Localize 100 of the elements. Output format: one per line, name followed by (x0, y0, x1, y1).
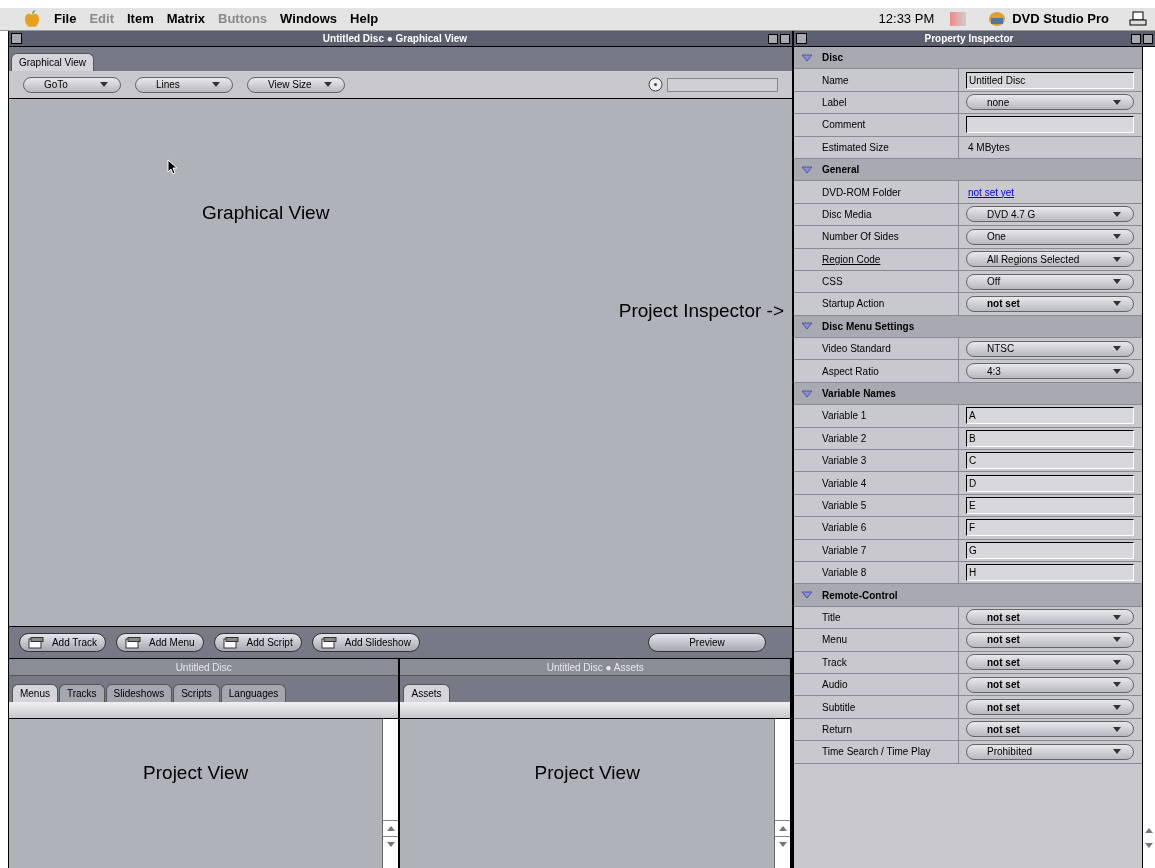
disc-icon[interactable] (648, 77, 663, 92)
caret-icon (211, 82, 220, 87)
tab[interactable]: Slideshows (105, 684, 173, 702)
property-label: Variable 1 (822, 409, 867, 424)
dropdown[interactable]: not set (966, 296, 1134, 312)
annotation-text: Project Inspector -> (618, 299, 784, 323)
input-field[interactable]: B (966, 429, 1134, 447)
input-field[interactable]: F (966, 519, 1134, 537)
tab[interactable]: Scripts (173, 684, 220, 702)
input-field[interactable]: C (966, 452, 1134, 470)
caret-icon (99, 82, 108, 87)
caret-icon (1113, 659, 1121, 665)
dropdown[interactable]: GoTo (22, 76, 121, 93)
printer-icon[interactable] (1129, 11, 1147, 27)
clock-text: 12:33 PM (878, 10, 935, 29)
disclosure-triangle-icon[interactable] (802, 389, 812, 398)
input-field[interactable]: Untitled Disc (966, 71, 1134, 89)
add-button[interactable]: Add Menu (116, 633, 204, 652)
caret-icon (1113, 368, 1121, 374)
dropdown[interactable]: not set (966, 721, 1134, 738)
close-box-icon[interactable] (10, 33, 22, 44)
dropdown[interactable]: NTSC (966, 340, 1134, 357)
close-box-icon[interactable] (796, 33, 807, 44)
add-button[interactable]: Add Track (18, 633, 106, 652)
property-label: Video Standard (822, 342, 891, 357)
input-field[interactable]: D (966, 474, 1134, 492)
property-label: Name (822, 73, 849, 88)
section-title: Disc (822, 51, 844, 66)
dropdown[interactable]: Lines (134, 76, 233, 93)
section-title: Remote-Control (822, 588, 898, 603)
input-field[interactable]: G (966, 541, 1134, 559)
dropdown[interactable]: none (966, 94, 1134, 111)
input-field[interactable] (966, 116, 1134, 134)
tab[interactable]: Menus (11, 684, 58, 702)
disclosure-triangle-icon[interactable] (802, 165, 812, 174)
scroll-down-icon[interactable] (387, 842, 395, 847)
input-field[interactable]: E (966, 497, 1134, 514)
window-icon (125, 636, 141, 649)
annotation-text: Project View (534, 761, 640, 785)
dropdown[interactable]: not set (966, 676, 1134, 693)
dropdown[interactable]: not set (966, 631, 1134, 648)
dropdown[interactable]: One (966, 228, 1134, 245)
input-field[interactable]: A (966, 407, 1134, 425)
property-label: Return (822, 722, 852, 737)
menu-item[interactable]: Windows (280, 9, 338, 29)
dropdown[interactable]: All Regions Selected (966, 251, 1134, 268)
dropdown[interactable]: Prohibited (966, 743, 1134, 760)
dvd-app-icon[interactable] (988, 11, 1007, 27)
caret-icon (1113, 704, 1121, 710)
app-name[interactable]: DVD Studio Pro (1012, 9, 1109, 29)
tab[interactable]: Languages (220, 684, 287, 702)
zoom-box-icon[interactable] (768, 33, 778, 44)
scroll-down-icon[interactable] (778, 842, 787, 847)
window-title: Untitled Disc ● Graphical View (321, 32, 469, 46)
disclosure-triangle-icon[interactable] (802, 591, 812, 600)
property-label: Variable 4 (822, 476, 867, 491)
pane-title: Untitled Disc (175, 660, 232, 675)
caret-icon (1113, 614, 1121, 620)
scroll-up-icon[interactable] (387, 826, 395, 831)
tab[interactable]: Tracks (58, 684, 105, 702)
dropdown[interactable]: Off (966, 273, 1134, 290)
section-title: Variable Names (822, 387, 896, 402)
caret-icon (1113, 346, 1121, 352)
collapse-box-icon[interactable] (780, 33, 790, 44)
property-label: Estimated Size (822, 140, 889, 155)
menu-item[interactable]: File (54, 9, 77, 29)
dropdown[interactable]: not set (966, 699, 1134, 715)
section-title: General (822, 163, 860, 178)
add-button[interactable]: Add Slideshow (311, 633, 420, 652)
input-field[interactable] (667, 77, 778, 92)
caret-icon (1113, 726, 1121, 732)
dropdown[interactable]: View Size (246, 76, 345, 93)
dropdown[interactable]: 4:3 (966, 363, 1134, 380)
add-button[interactable]: Add Script (213, 633, 302, 652)
window-title: Property Inspector (923, 32, 1015, 46)
preview-button[interactable]: Preview (648, 633, 766, 652)
disclosure-triangle-icon[interactable] (802, 322, 812, 331)
property-label: Variable 8 (822, 566, 867, 581)
disclosure-triangle-icon[interactable] (802, 53, 812, 62)
tab[interactable]: Assets (403, 684, 450, 702)
tab[interactable]: Graphical View (10, 53, 95, 71)
caret-icon (1113, 301, 1121, 307)
dropdown[interactable]: not set (966, 654, 1134, 671)
zoom-box-icon[interactable] (1131, 33, 1141, 44)
collapse-box-icon[interactable] (1143, 33, 1153, 44)
property-label: Variable 5 (822, 499, 867, 513)
scroll-up-icon[interactable] (778, 826, 787, 831)
menu-item[interactable]: Help (350, 9, 379, 29)
property-label: Label (822, 95, 847, 110)
property-label: Audio (822, 678, 848, 693)
property-label: Startup Action (822, 297, 885, 312)
caret-icon (1113, 682, 1121, 688)
property-label: Subtitle (822, 700, 856, 715)
folder-link[interactable]: not set yet (966, 184, 1015, 200)
input-field[interactable]: H (966, 564, 1134, 582)
menu-item[interactable]: Item (126, 9, 154, 29)
dropdown[interactable]: DVD 4.7 G (966, 206, 1134, 223)
menu-item[interactable]: Matrix (166, 9, 205, 29)
cursor-icon (166, 159, 178, 175)
dropdown[interactable]: not set (966, 609, 1134, 626)
